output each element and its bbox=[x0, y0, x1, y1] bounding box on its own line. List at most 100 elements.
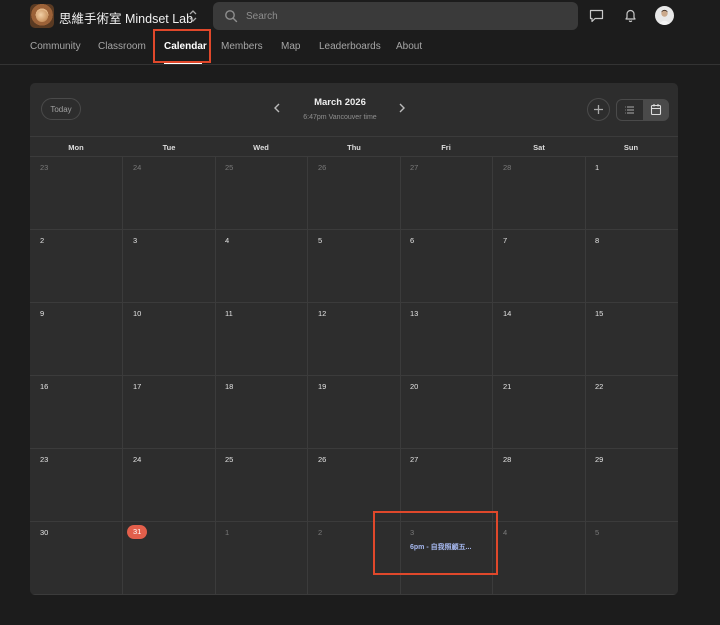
month-title: March 2026 bbox=[314, 97, 366, 108]
next-month-icon[interactable] bbox=[398, 103, 406, 113]
day-number: 4 bbox=[503, 528, 508, 537]
search-input[interactable] bbox=[246, 7, 566, 25]
day-number: 12 bbox=[318, 309, 327, 318]
day-cell[interactable]: 4 bbox=[215, 230, 308, 303]
tab-community[interactable]: Community bbox=[30, 41, 81, 52]
community-logo[interactable] bbox=[30, 4, 54, 28]
day-cell[interactable]: 26 bbox=[308, 157, 401, 230]
tab-map[interactable]: Map bbox=[281, 41, 300, 52]
list-icon bbox=[625, 106, 634, 114]
day-number: 4 bbox=[225, 236, 230, 245]
day-cell[interactable]: 19 bbox=[308, 376, 401, 449]
day-cell[interactable]: 25 bbox=[215, 449, 308, 522]
day-cell[interactable]: 1 bbox=[215, 522, 308, 595]
add-event-button[interactable] bbox=[587, 98, 610, 121]
day-cell[interactable]: 29 bbox=[585, 449, 678, 522]
day-cell[interactable]: 6 bbox=[400, 230, 493, 303]
day-cell[interactable]: 16 bbox=[30, 376, 123, 449]
calendar-icon bbox=[650, 104, 662, 116]
day-cell[interactable]: 15 bbox=[585, 303, 678, 376]
tab-members[interactable]: Members bbox=[221, 41, 263, 52]
weekday-label: Wed bbox=[253, 143, 269, 152]
day-number: 23 bbox=[40, 455, 49, 464]
day-number: 28 bbox=[503, 163, 512, 172]
community-switcher-icon[interactable] bbox=[187, 8, 199, 24]
today-button[interactable]: Today bbox=[41, 98, 81, 120]
community-nav: Community Classroom Calendar Members Map… bbox=[0, 36, 720, 65]
day-cell[interactable]: 3 6pm - 自我照顧五... bbox=[400, 522, 493, 595]
day-cell[interactable]: 10 bbox=[123, 303, 216, 376]
day-cell[interactable]: 20 bbox=[400, 376, 493, 449]
list-view-button[interactable] bbox=[617, 100, 643, 120]
day-cell[interactable]: 21 bbox=[493, 376, 586, 449]
day-cell[interactable]: 2 bbox=[30, 230, 123, 303]
day-cell[interactable]: 9 bbox=[30, 303, 123, 376]
day-number: 29 bbox=[595, 455, 604, 464]
day-cell[interactable]: 23 bbox=[30, 157, 123, 230]
day-cell[interactable]: 13 bbox=[400, 303, 493, 376]
day-number: 9 bbox=[40, 309, 45, 318]
day-cell[interactable]: 24 bbox=[123, 157, 216, 230]
day-number: 24 bbox=[133, 163, 142, 172]
day-number: 6 bbox=[410, 236, 415, 245]
day-cell[interactable]: 4 bbox=[493, 522, 586, 595]
day-cell[interactable]: 3 bbox=[123, 230, 216, 303]
today-badge: 31 bbox=[127, 525, 148, 539]
calendar-view-button[interactable] bbox=[643, 100, 669, 120]
day-cell[interactable]: 30 bbox=[30, 522, 123, 595]
day-number: 5 bbox=[595, 528, 600, 537]
day-number: 7 bbox=[503, 236, 508, 245]
weekday-label: Mon bbox=[68, 143, 84, 152]
user-avatar[interactable] bbox=[655, 6, 674, 25]
chat-icon[interactable] bbox=[589, 9, 604, 23]
day-cell[interactable]: 24 bbox=[123, 449, 216, 522]
tab-about[interactable]: About bbox=[396, 41, 422, 52]
day-cell[interactable]: 2 bbox=[308, 522, 401, 595]
day-number: 17 bbox=[133, 382, 142, 391]
day-cell[interactable]: 5 bbox=[308, 230, 401, 303]
calendar-panel: Today March 2026 6:47pm Vancouver time M… bbox=[30, 83, 678, 595]
tab-calendar[interactable]: Calendar bbox=[164, 41, 207, 52]
tab-classroom[interactable]: Classroom bbox=[98, 41, 146, 52]
day-cell[interactable]: 28 bbox=[493, 157, 586, 230]
day-cell[interactable]: 23 bbox=[30, 449, 123, 522]
search-bar[interactable] bbox=[213, 2, 578, 30]
day-number: 5 bbox=[318, 236, 323, 245]
day-number: 3 bbox=[133, 236, 138, 245]
day-number: 22 bbox=[595, 382, 604, 391]
day-cell[interactable]: 8 bbox=[585, 230, 678, 303]
day-cell[interactable]: 12 bbox=[308, 303, 401, 376]
day-cell[interactable]: 11 bbox=[215, 303, 308, 376]
day-cell[interactable]: 5 bbox=[585, 522, 678, 595]
timezone-subtitle: 6:47pm Vancouver time bbox=[303, 114, 377, 121]
calendar-event[interactable]: 6pm - 自我照顧五... bbox=[410, 542, 471, 552]
avatar-person-icon bbox=[658, 9, 671, 25]
day-number: 11 bbox=[225, 309, 233, 318]
day-cell[interactable]: 7 bbox=[493, 230, 586, 303]
day-cell[interactable]: 28 bbox=[493, 449, 586, 522]
day-cell[interactable]: 31 bbox=[123, 522, 216, 595]
day-number: 3 bbox=[410, 528, 415, 537]
day-cell[interactable]: 27 bbox=[400, 157, 493, 230]
day-number: 10 bbox=[133, 309, 142, 318]
day-cell[interactable]: 25 bbox=[215, 157, 308, 230]
day-number: 21 bbox=[503, 382, 512, 391]
day-cell[interactable]: 27 bbox=[400, 449, 493, 522]
weekday-header: Mon Tue Wed Thu Fri Sat Sun bbox=[30, 136, 678, 157]
day-cell[interactable]: 17 bbox=[123, 376, 216, 449]
day-cell[interactable]: 22 bbox=[585, 376, 678, 449]
day-cell[interactable]: 26 bbox=[308, 449, 401, 522]
bell-icon[interactable] bbox=[624, 8, 637, 23]
tab-leaderboards[interactable]: Leaderboards bbox=[319, 41, 381, 52]
day-cell[interactable]: 18 bbox=[215, 376, 308, 449]
plus-icon bbox=[594, 105, 603, 114]
previous-month-icon[interactable] bbox=[273, 103, 281, 113]
day-number: 25 bbox=[225, 163, 234, 172]
day-cell[interactable]: 14 bbox=[493, 303, 586, 376]
day-number: 14 bbox=[503, 309, 512, 318]
day-number: 28 bbox=[503, 455, 512, 464]
community-name[interactable]: 思維手術室 Mindset Lab bbox=[59, 8, 193, 27]
day-number: 2 bbox=[40, 236, 45, 245]
weekday-label: Thu bbox=[347, 143, 361, 152]
day-cell[interactable]: 1 bbox=[585, 157, 678, 230]
